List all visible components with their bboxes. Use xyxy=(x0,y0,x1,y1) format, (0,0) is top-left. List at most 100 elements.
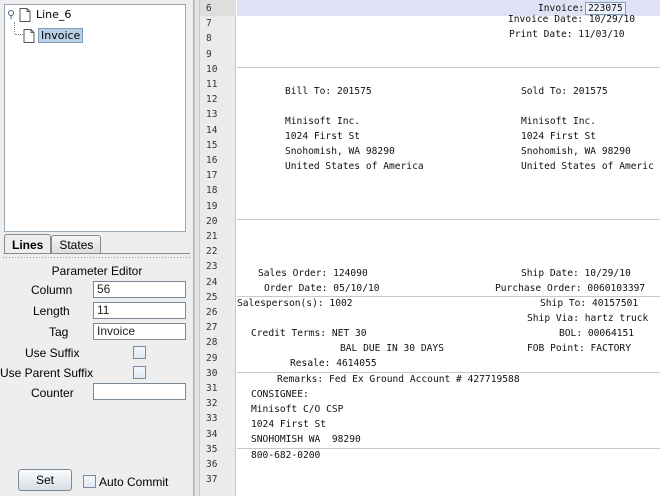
tree-connector xyxy=(14,22,15,34)
tab-divider xyxy=(4,253,190,254)
doc-line: 800-682-0200 xyxy=(251,450,321,461)
line-separator xyxy=(237,372,660,373)
line-number: 32 xyxy=(206,398,218,410)
use-parent-suffix-checkbox[interactable] xyxy=(133,366,146,379)
set-button[interactable]: Set xyxy=(18,469,72,491)
doc-line: FOB Point: FACTORY xyxy=(527,343,631,354)
doc-line: Credit Terms: NET 30 xyxy=(251,328,367,339)
use-suffix-checkbox[interactable] xyxy=(133,346,146,359)
tab-bar: Lines States xyxy=(4,234,102,254)
doc-line: Sales Order: 124090 xyxy=(258,268,368,279)
tag-label: Tag xyxy=(49,325,69,339)
line-number: 16 xyxy=(206,155,218,166)
document-icon xyxy=(19,7,31,22)
doc-line: SNOHOMISH WA 98290 xyxy=(251,434,361,445)
doc-line: Salesperson(s): 1002 xyxy=(237,298,353,309)
doc-line: Bill To: 201575 xyxy=(285,86,372,97)
doc-line: Ship Date: 10/29/10 xyxy=(521,268,631,279)
doc-line: Snohomish, WA 98290 xyxy=(285,146,395,157)
tree-connector xyxy=(15,34,23,35)
structure-tree[interactable]: ⚲ Line_6 Invoice xyxy=(4,4,186,232)
line-number: 19 xyxy=(206,200,218,212)
line-number: 11 xyxy=(206,79,218,90)
line-number: 30 xyxy=(206,367,218,379)
doc-line: Remarks: Fed Ex Ground Account # 4277195… xyxy=(277,374,520,385)
doc-line: Minisoft Inc. xyxy=(521,116,597,127)
line-number: 12 xyxy=(206,94,218,106)
doc-line: Minisoft Inc. xyxy=(285,116,361,127)
tree-node-line-6[interactable]: ⚲ Line_6 xyxy=(7,6,73,23)
left-panel: ⚲ Line_6 Invoice Lines States Parameter … xyxy=(0,0,194,496)
doc-line: Order Date: 05/10/10 xyxy=(264,283,380,294)
parameter-editor-title: Parameter Editor xyxy=(51,264,143,278)
line-number: 37 xyxy=(206,474,218,486)
tab-states[interactable]: States xyxy=(51,235,102,254)
doc-line: 1024 First St xyxy=(521,131,597,142)
tag-input[interactable]: Invoice xyxy=(93,323,186,340)
line-number: 21 xyxy=(206,231,218,242)
line-number: 28 xyxy=(206,337,218,349)
line-number: 24 xyxy=(206,276,218,288)
doc-line: United States of America xyxy=(285,161,424,172)
line-number: 22 xyxy=(206,246,218,258)
counter-label: Counter xyxy=(31,386,74,400)
tree-node-label: Line_6 xyxy=(36,8,72,21)
doc-line: Purchase Order: 0060103397 xyxy=(495,283,646,294)
line-number: 26 xyxy=(206,307,218,318)
line-number: 35 xyxy=(206,443,218,455)
doc-line: United States of Americ xyxy=(521,161,654,172)
line-separator xyxy=(237,296,660,297)
tree-node-label: Invoice xyxy=(38,28,84,43)
line-number: 15 xyxy=(206,139,218,151)
line-number: 29 xyxy=(206,352,218,364)
doc-line: CONSIGNEE: xyxy=(251,389,309,400)
document-icon xyxy=(23,28,35,43)
line-number: 25 xyxy=(206,291,218,303)
auto-commit-label: Auto Commit xyxy=(99,475,169,489)
line-number: 17 xyxy=(206,170,218,182)
tree-node-invoice[interactable]: Invoice xyxy=(23,27,84,44)
line-number: 20 xyxy=(206,215,218,227)
line-number: 33 xyxy=(206,413,218,425)
auto-commit-checkbox[interactable] xyxy=(83,475,96,488)
line-number: 27 xyxy=(206,322,218,334)
line-separator xyxy=(237,219,660,220)
doc-line: Invoice Date: 10/29/10 xyxy=(508,14,636,25)
line-number: 36 xyxy=(206,459,218,470)
doc-line: Resale: 4614055 xyxy=(290,358,377,369)
doc-line: Sold To: 201575 xyxy=(521,86,608,97)
line-separator xyxy=(237,448,660,449)
use-parent-suffix-label: Use Parent Suffix xyxy=(0,366,94,380)
tab-lines[interactable]: Lines xyxy=(4,234,52,254)
doc-line: Print Date: 11/03/10 xyxy=(509,29,625,40)
length-label: Length xyxy=(33,304,70,318)
doc-line: Ship Via: hartz truck xyxy=(527,313,649,324)
doc-line: 1024 First St xyxy=(285,131,361,142)
column-input[interactable]: 56 xyxy=(93,281,186,298)
document-view[interactable]: Invoice: 223075 Print Date: 11/03/10 Inv… xyxy=(237,0,660,496)
line-number: 31 xyxy=(206,383,218,394)
length-input[interactable]: 11 xyxy=(93,302,186,319)
column-label: Column xyxy=(31,283,73,297)
line-number: 13 xyxy=(206,109,218,121)
line-number: 10 xyxy=(206,63,218,75)
split-handle[interactable] xyxy=(2,256,190,259)
doc-line: Minisoft C/O CSP xyxy=(251,404,344,415)
line-separator xyxy=(237,67,660,68)
line-number: 18 xyxy=(206,185,218,197)
doc-line: 1024 First St xyxy=(251,419,327,430)
doc-line: Ship To: 40157501 xyxy=(540,298,639,309)
line-number: 6 xyxy=(206,3,212,14)
line-number: 23 xyxy=(206,261,218,273)
line-number: 34 xyxy=(206,428,218,440)
invoice-label: Invoice: xyxy=(538,3,585,14)
counter-input[interactable] xyxy=(93,383,186,400)
line-number: 8 xyxy=(206,33,212,45)
use-suffix-label: Use Suffix xyxy=(25,346,80,360)
line-number: 7 xyxy=(206,18,212,30)
line-number: 14 xyxy=(206,124,218,136)
doc-line: Snohomish, WA 98290 xyxy=(521,146,631,157)
tree-expand-icon[interactable]: ⚲ xyxy=(7,8,19,21)
line-number: 9 xyxy=(206,48,212,60)
doc-line: BOL: 00064151 xyxy=(559,328,635,339)
